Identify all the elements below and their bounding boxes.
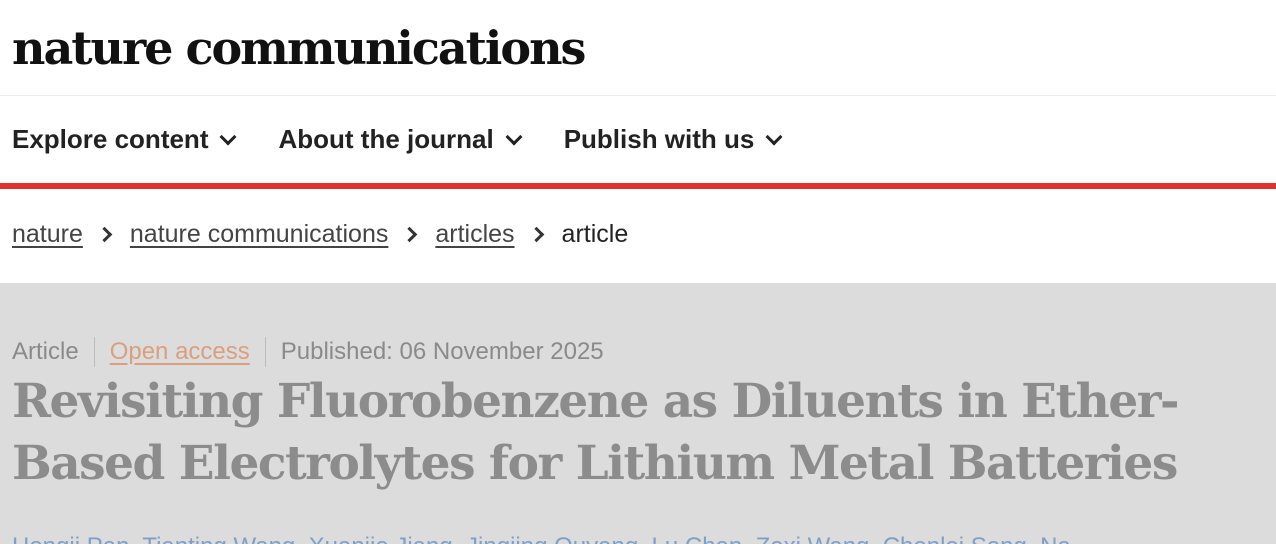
published-date: Published: 06 November 2025: [280, 338, 604, 365]
open-access-link[interactable]: Open access: [110, 338, 250, 366]
chevron-right-icon: [96, 226, 113, 243]
nav-about-journal[interactable]: About the journal: [278, 124, 523, 155]
meta-divider: [93, 337, 95, 367]
nav-publish-with-us-label: Publish with us: [563, 124, 755, 154]
meta-divider: [264, 337, 266, 367]
breadcrumb-articles[interactable]: articles: [435, 220, 514, 249]
nav-about-journal-label: About the journal: [278, 124, 494, 154]
breadcrumb-nature[interactable]: nature: [12, 220, 83, 249]
author-list[interactable]: Hongji Pan, Tianting Wang, Xuanjie Jiang…: [12, 533, 1071, 544]
article-title: Revisiting Fluorobenzene as Diluents in …: [12, 374, 1180, 491]
breadcrumb-nature-communications[interactable]: nature communications: [130, 220, 388, 249]
nav-explore-content[interactable]: Explore content: [12, 124, 237, 155]
page: nature communications Explore content Ab…: [0, 0, 1276, 544]
breadcrumb-current: article: [561, 220, 629, 248]
article-header: Article Open access Published: 06 Novemb…: [0, 283, 1276, 544]
nav-explore-content-label: Explore content: [12, 124, 209, 154]
chevron-down-icon: [219, 128, 237, 145]
article-type: Article: [12, 338, 79, 365]
breadcrumb: nature nature communications articles ar…: [0, 189, 1276, 276]
chevron-right-icon: [528, 226, 544, 243]
article-meta: Article Open access Published: 06 Novemb…: [12, 337, 604, 367]
site-header: nature communications: [0, 0, 1276, 96]
chevron-right-icon: [402, 226, 418, 243]
chevron-down-icon: [505, 128, 523, 145]
journal-logo[interactable]: nature communications: [12, 25, 586, 71]
main-nav: Explore content About the journal Publis…: [0, 96, 1276, 189]
chevron-down-icon: [765, 128, 783, 145]
nav-publish-with-us[interactable]: Publish with us: [563, 124, 783, 155]
